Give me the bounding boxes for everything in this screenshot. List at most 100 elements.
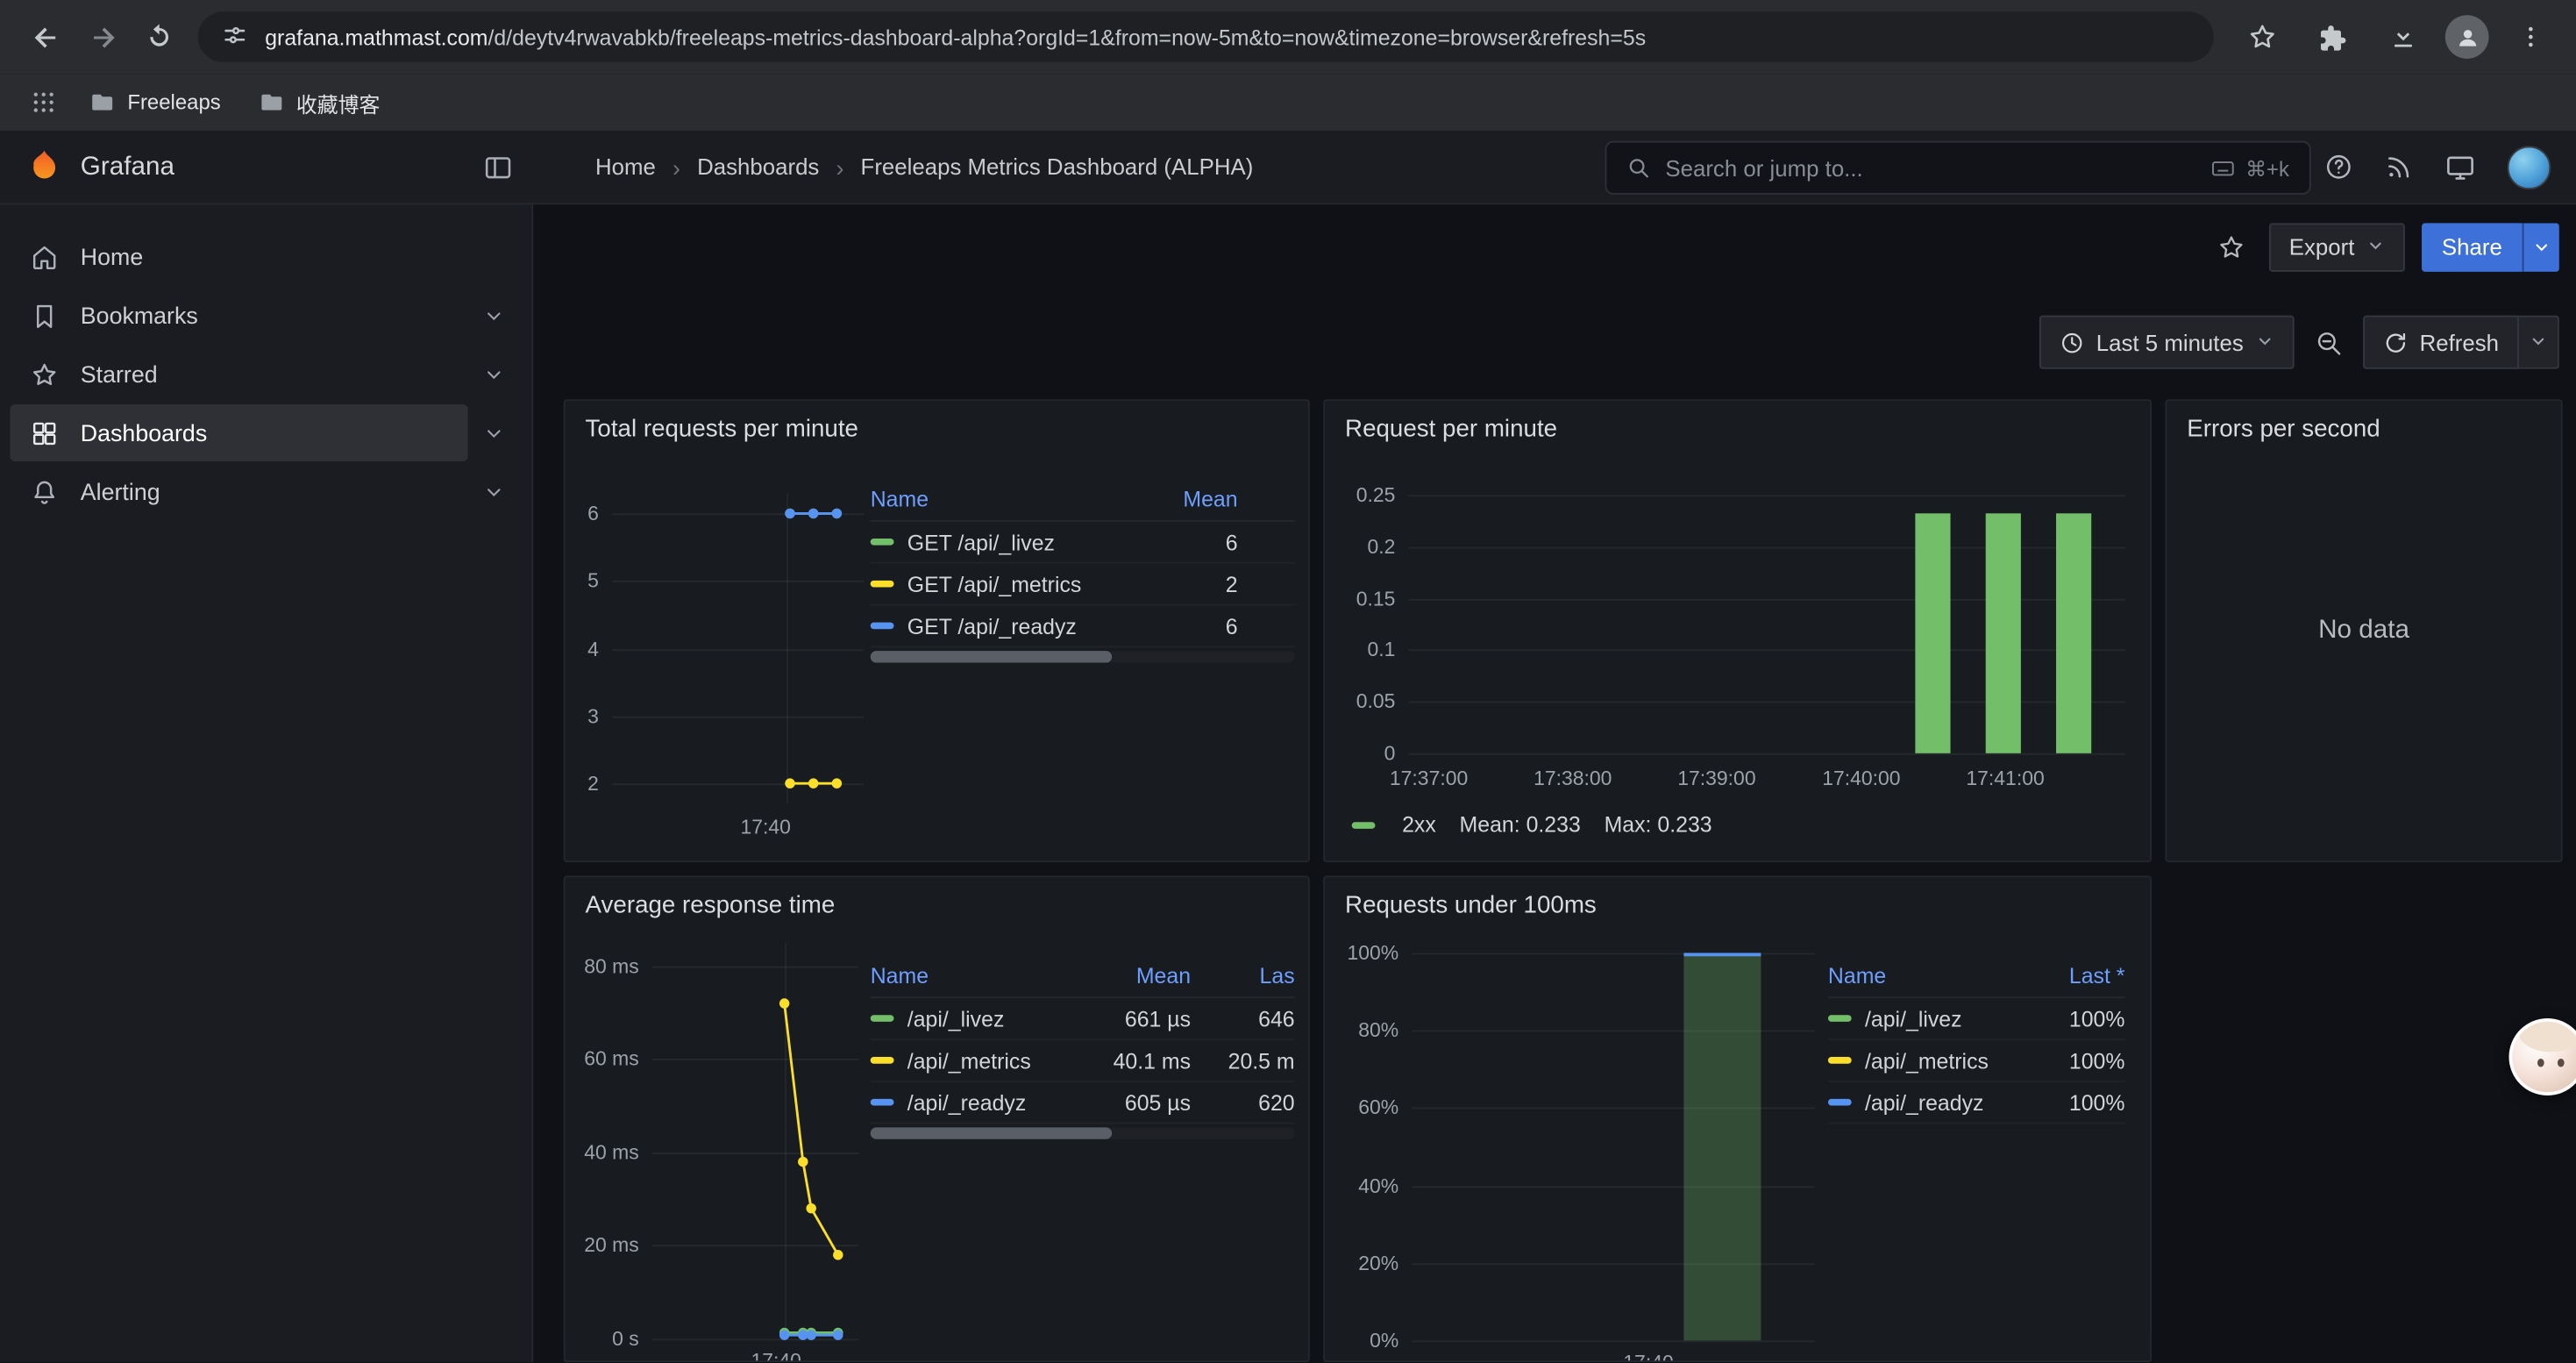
chart-ytick: 60 ms <box>566 1047 639 1071</box>
legend-header-last[interactable]: Las <box>1207 963 1294 988</box>
series-color-dash <box>1828 1015 1852 1022</box>
chevron-down-icon[interactable] <box>468 481 518 503</box>
breadcrumb-separator: › <box>836 153 843 181</box>
legend-row[interactable]: /api/_readyz 605 µs 620 <box>871 1082 1295 1124</box>
extensions-icon[interactable] <box>2304 9 2361 66</box>
legend-header-mean[interactable]: Mean <box>1093 963 1191 988</box>
chart-ytick: 4 <box>566 637 599 660</box>
chart-ytick: 0 <box>1325 741 1395 765</box>
scrollbar-thumb[interactable] <box>871 651 1113 662</box>
brand-title: Grafana <box>81 152 174 182</box>
chart-bar[interactable] <box>2056 513 2091 753</box>
monitor-icon[interactable] <box>2445 152 2475 182</box>
legend-row[interactable]: /api/_metrics 40.1 ms 20.5 m <box>871 1040 1295 1082</box>
series-color-dash <box>871 1057 894 1064</box>
sidebar-item-starred[interactable]: Starred <box>10 346 518 403</box>
forward-icon[interactable] <box>74 9 131 66</box>
legend-row[interactable]: /api/_livez 661 µs 646 <box>871 998 1295 1040</box>
sidebar-item-home[interactable]: Home <box>10 228 518 285</box>
line-series-svg <box>652 943 858 1338</box>
panel-title[interactable]: Errors per second <box>2187 416 2380 443</box>
panel-title[interactable]: Request per minute <box>1345 416 1557 443</box>
refresh-interval-caret[interactable] <box>2519 316 2559 369</box>
grafana-logo-icon[interactable] <box>25 147 64 186</box>
zoom-out-time-icon[interactable] <box>2307 321 2349 363</box>
bookmark-star-icon[interactable] <box>2234 9 2291 66</box>
panel-title[interactable]: Average response time <box>586 893 836 920</box>
bookmark-folder-freeleaps[interactable]: Freeleaps <box>74 82 236 123</box>
panel-title[interactable]: Requests under 100ms <box>1345 893 1597 920</box>
legend-row[interactable]: GET /api/_livez 6 <box>871 522 1295 564</box>
series-color-dash <box>871 623 894 630</box>
news-rss-icon[interactable] <box>2385 153 2414 182</box>
sidebar-toggle-icon[interactable] <box>483 152 513 182</box>
legend-header-mean[interactable]: Mean <box>1167 487 1237 512</box>
chart-ytick: 0.1 <box>1325 639 1395 662</box>
series-color-dash <box>1352 821 1376 828</box>
legend-row[interactable]: /api/_readyz 100% <box>1828 1082 2125 1124</box>
share-menu-caret[interactable] <box>2523 223 2559 271</box>
chevron-down-icon <box>2366 235 2385 260</box>
refresh-button[interactable]: Refresh <box>2363 316 2519 369</box>
url-bar[interactable]: grafana.mathmast.com/d/deytv4rwavabkb/fr… <box>198 11 2214 61</box>
chart-ytick: 0.25 <box>1325 483 1395 507</box>
legend-row[interactable]: /api/_livez 100% <box>1828 998 2125 1040</box>
breadcrumb-home[interactable]: Home <box>595 154 656 180</box>
time-range-picker[interactable]: Last 5 minutes <box>2039 316 2294 369</box>
sidebar-item-dashboards[interactable]: Dashboards <box>10 404 518 461</box>
chart-xtick: 17:41:00 <box>1948 767 2062 790</box>
search-input[interactable]: Search or jump to... ⌘+k <box>1605 141 2311 195</box>
dashboard-actions: Export Share <box>2210 223 2559 271</box>
star-icon <box>30 360 59 389</box>
assistant-avatar[interactable] <box>2508 1018 2576 1095</box>
browser-profile-avatar[interactable] <box>2445 15 2489 59</box>
chevron-down-icon[interactable] <box>468 304 518 326</box>
downloads-icon[interactable] <box>2374 9 2431 66</box>
browser-menu-icon[interactable] <box>2502 9 2559 66</box>
breadcrumb-dashboards[interactable]: Dashboards <box>697 154 819 180</box>
browser-toolbar: grafana.mathmast.com/d/deytv4rwavabkb/fr… <box>0 0 2576 74</box>
share-button[interactable]: Share <box>2422 223 2523 271</box>
legend-row[interactable]: /api/_metrics 100% <box>1828 1040 2125 1082</box>
sidebar-item-bookmarks[interactable]: Bookmarks <box>10 287 518 344</box>
legend-row[interactable]: GET /api/_metrics 2 <box>871 564 1295 606</box>
breadcrumb-current: Freeleaps Metrics Dashboard (ALPHA) <box>861 154 1254 180</box>
reload-icon[interactable] <box>131 9 188 66</box>
sidebar-item-alerting[interactable]: Alerting <box>10 463 518 520</box>
bookmarks-bar: Freeleaps 收藏博客 <box>0 74 2576 131</box>
export-button[interactable]: Export <box>2269 223 2405 271</box>
legend-header-name[interactable]: Name <box>871 487 1168 512</box>
chart-grid <box>652 1338 858 1340</box>
bookmark-folder-blogs[interactable]: 收藏博客 <box>243 80 395 125</box>
request-per-minute-chart[interactable]: 0.250.20.150.10.05017:37:0017:38:0017:39… <box>1325 401 2150 860</box>
legend-header-name[interactable]: Name <box>871 963 1093 988</box>
legend-scrollbar[interactable] <box>871 1127 1295 1138</box>
site-settings-icon[interactable] <box>221 21 248 53</box>
help-icon[interactable] <box>2324 153 2353 182</box>
chart-bar[interactable] <box>1915 513 1950 753</box>
folder-icon <box>258 89 285 116</box>
chevron-down-icon[interactable] <box>468 422 518 444</box>
chart-bar[interactable] <box>1683 953 1761 1340</box>
legend-scrollbar[interactable] <box>871 651 1295 662</box>
chart-ytick: 80 ms <box>566 954 639 978</box>
user-avatar[interactable] <box>2508 145 2551 189</box>
favorite-star-icon[interactable] <box>2210 226 2252 268</box>
chart-ytick: 0 s <box>566 1327 639 1351</box>
chart-bar[interactable] <box>1986 513 2021 753</box>
legend-series[interactable]: 2xx <box>1352 812 1436 838</box>
bookmark-label: 收藏博客 <box>296 87 381 118</box>
back-icon[interactable] <box>17 9 74 66</box>
chart-xtick: 17:40 <box>715 816 816 839</box>
sidebar-item-label: Alerting <box>81 478 160 505</box>
legend-header-name[interactable]: Name <box>1828 963 2031 988</box>
panel-title[interactable]: Total requests per minute <box>586 416 858 443</box>
apps-grid-icon[interactable] <box>20 79 68 126</box>
legend-row[interactable]: GET /api/_readyz 6 <box>871 606 1295 648</box>
legend-table: Name Last * /api/_livez 100% /api/_metri… <box>1828 954 2125 1124</box>
legend-header-last[interactable]: Last * <box>2031 963 2124 988</box>
scrollbar-thumb[interactable] <box>871 1127 1113 1138</box>
chevron-down-icon[interactable] <box>468 363 518 385</box>
chart-ytick: 0.05 <box>1325 690 1395 714</box>
url-path: /d/deytv4rwavabkb/freeleaps-metrics-dash… <box>488 25 1647 50</box>
